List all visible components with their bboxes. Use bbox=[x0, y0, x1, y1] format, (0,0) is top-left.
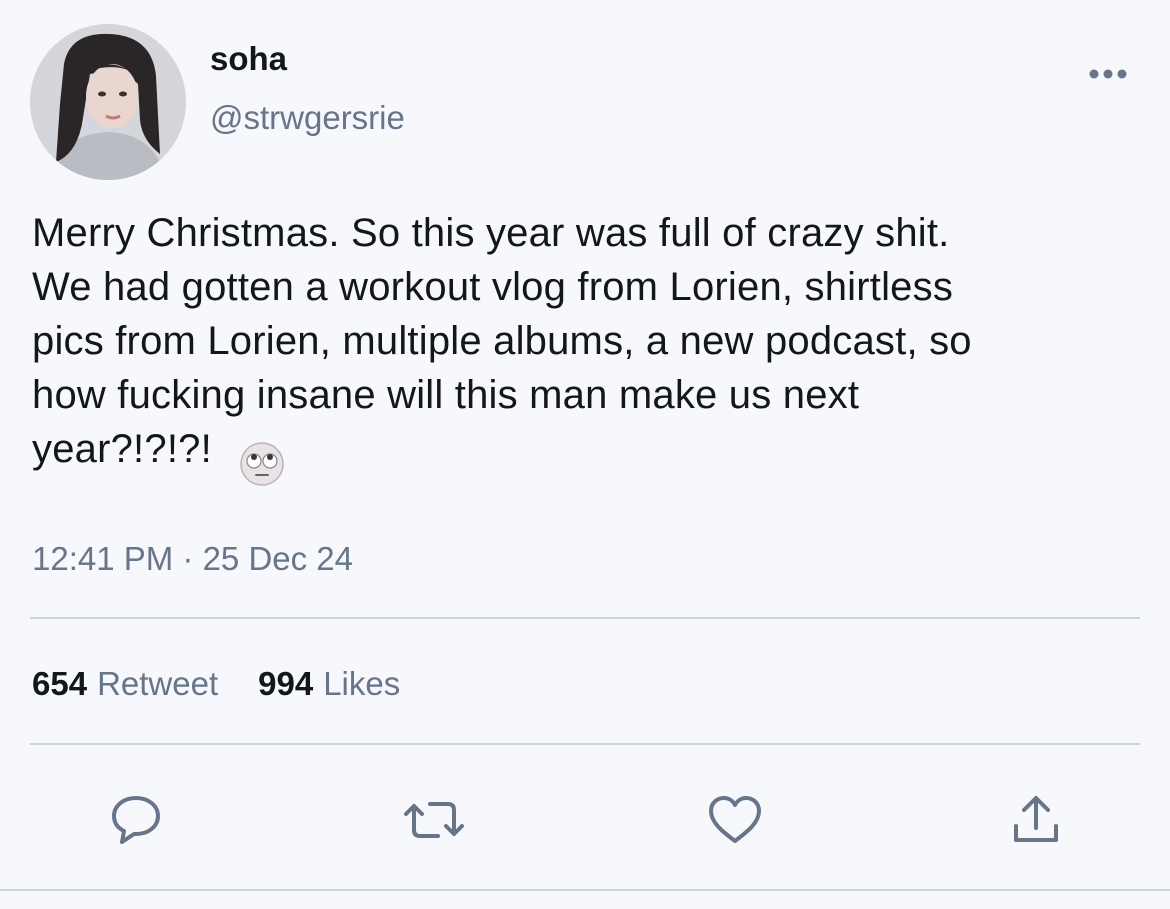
user-handle[interactable]: @strwgersrie bbox=[210, 99, 405, 137]
likes-count: 994 bbox=[258, 665, 314, 702]
divider bbox=[30, 743, 1140, 745]
tweet-text: Merry Christmas. So this year was full o… bbox=[32, 211, 972, 471]
heart-icon bbox=[709, 796, 761, 843]
profile-photo bbox=[30, 24, 186, 180]
tweet-stats: 654 Retweet 994 Likes bbox=[32, 665, 440, 703]
like-button[interactable] bbox=[703, 788, 767, 852]
retweet-label: Retweet bbox=[97, 665, 219, 702]
more-options-button[interactable] bbox=[1080, 56, 1136, 92]
divider bbox=[0, 889, 1170, 891]
display-name[interactable]: soha bbox=[210, 40, 287, 78]
tweet-timestamp[interactable]: 12:41 PM · 25 Dec 24 bbox=[32, 540, 353, 578]
speech-bubble-icon bbox=[112, 796, 160, 844]
face-with-rolling-eyes-icon bbox=[238, 440, 286, 488]
likes-label: Likes bbox=[323, 665, 401, 702]
divider bbox=[30, 617, 1140, 619]
retweet-count: 654 bbox=[32, 665, 88, 702]
retweet-button[interactable] bbox=[402, 788, 466, 852]
more-dots-icon bbox=[1089, 69, 1127, 79]
retweet-arrows-icon bbox=[404, 802, 464, 838]
avatar[interactable] bbox=[30, 24, 186, 180]
reply-button[interactable] bbox=[104, 788, 168, 852]
share-upload-icon bbox=[1014, 796, 1058, 842]
share-button[interactable] bbox=[1004, 788, 1068, 852]
likes-count-link[interactable]: 994 Likes bbox=[258, 665, 400, 703]
retweet-count-link[interactable]: 654 Retweet bbox=[32, 665, 218, 703]
